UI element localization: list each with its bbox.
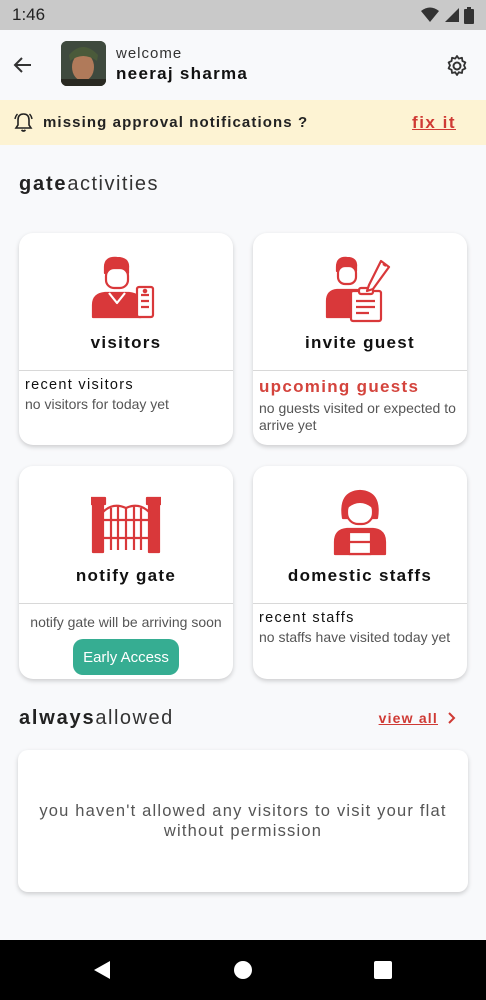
invite-guest-icon [325,256,391,323]
avatar[interactable] [61,41,106,86]
status-icons [421,6,474,24]
nav-back-icon[interactable] [90,958,114,982]
approval-alert-banner: missing approval notifications ? fix it [0,100,486,145]
always-title-light: allowed [95,707,174,729]
view-all-label: view all [378,710,438,726]
welcome-label: welcome [116,45,183,62]
notify-gate-card-body: notify gate will be arriving soon Early … [19,604,233,675]
visitors-card[interactable]: visitors recent visitors no visitors for… [19,233,233,445]
domestic-staffs-card[interactable]: domestic staffs recent staffs no staffs … [253,466,467,679]
visitor-icon [91,256,155,319]
always-allowed-empty-text: you haven't allowed any visitors to visi… [39,802,447,840]
guests-empty-text: no guests visited or expected to arrive … [259,400,456,433]
chevron-right-icon [448,712,456,724]
avatar-photo [61,41,106,86]
signal-icon [445,8,459,22]
visitors-card-title: visitors [90,333,162,352]
staffs-empty-text: no staffs have visited today yet [259,629,451,645]
battery-icon [464,6,474,24]
invite-guest-card[interactable]: invite guest upcoming guests no guests v… [253,233,467,445]
visitors-empty-text: no visitors for today yet [25,396,169,412]
gate-title-light: activities [67,173,160,195]
visitors-card-body: recent visitors no visitors for today ye… [19,371,233,413]
gate-icon [91,496,161,554]
domestic-staffs-card-body: recent staffs no staffs have visited tod… [253,604,467,646]
app-header: welcome neeraj sharma [0,30,486,100]
arrow-left-icon [13,57,31,73]
recent-visitors-label: recent visitors [25,377,134,393]
user-name: neeraj sharma [116,64,249,83]
notify-gate-card[interactable]: notify gate notify gate will be arriving… [19,466,233,679]
early-access-button[interactable]: Early Access [73,639,179,675]
notify-gate-card-title: notify gate [75,566,177,585]
status-time: 1:46 [12,5,46,24]
gear-icon [447,55,467,76]
nav-home-icon[interactable] [231,958,255,982]
recent-staffs-label: recent staffs [259,610,355,626]
invite-guest-card-title: invite guest [304,333,416,352]
system-nav-bar [0,940,486,1000]
notify-gate-card-header[interactable]: notify gate [19,466,233,604]
bell-icon [14,113,33,132]
domestic-staffs-card-header[interactable]: domestic staffs [253,466,467,604]
domestic-staff-icon [333,489,387,556]
alert-text: missing approval notifications ? [43,114,309,131]
back-button[interactable] [10,52,36,78]
always-title-bold: always [19,707,96,729]
invite-guest-card-body: upcoming guests no guests visited or exp… [253,371,467,434]
visitors-card-header[interactable]: visitors [19,233,233,371]
always-allowed-title: alwaysallowed [19,707,174,730]
nav-recents-icon[interactable] [371,958,395,982]
status-bar: 1:46 [0,0,486,30]
wifi-icon [421,7,439,22]
notify-gate-text: notify gate will be arriving soon [30,614,222,630]
settings-button[interactable] [445,54,469,78]
domestic-staffs-card-title: domestic staffs [287,566,433,585]
invite-guest-card-header[interactable]: invite guest [253,233,467,371]
view-all-link[interactable]: view all [379,710,456,726]
gate-activities-title: gateactivities [19,173,159,196]
upcoming-guests-label: upcoming guests [259,377,420,396]
fix-it-link[interactable]: fix it [412,113,456,133]
always-allowed-card: you haven't allowed any visitors to visi… [18,750,468,892]
gate-title-bold: gate [19,173,68,195]
